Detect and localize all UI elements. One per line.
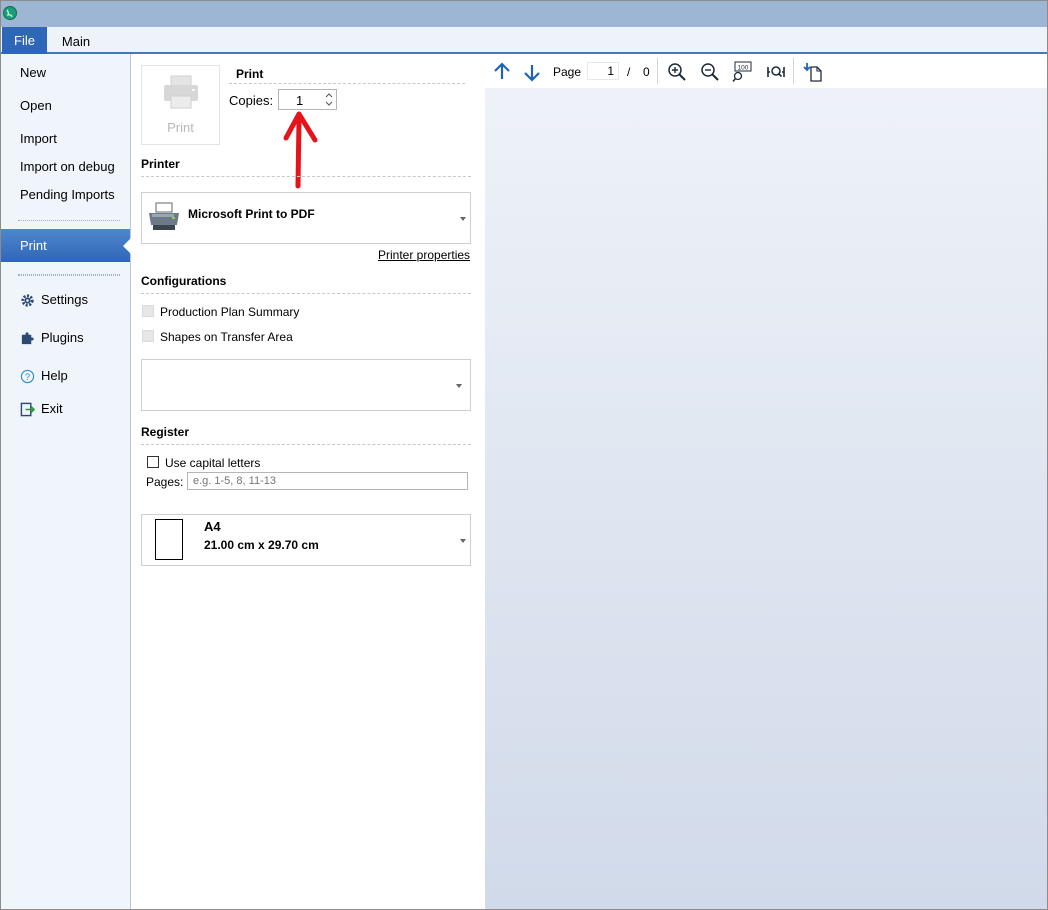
config-checkbox[interactable]	[142, 330, 154, 342]
help-question-icon: ?	[20, 369, 35, 384]
paper-page-icon	[155, 519, 183, 560]
previous-page-arrow-up-icon[interactable]	[491, 61, 513, 83]
printer-select[interactable]: Microsoft Print to PDF	[141, 192, 471, 244]
config-item-label: Shapes on Transfer Area	[160, 330, 293, 344]
section-divider	[229, 83, 465, 84]
zoom-fit-page-icon[interactable]	[765, 61, 787, 83]
nav-help-label: Help	[41, 368, 68, 383]
printer-device-icon	[149, 202, 179, 230]
gear-icon	[21, 294, 34, 307]
nav-plugins[interactable]: Plugins	[0, 326, 130, 350]
nav-new[interactable]: New	[0, 61, 130, 85]
nav-help[interactable]: ? Help	[0, 364, 130, 388]
copies-label: Copies:	[229, 93, 274, 108]
nav-import-on-debug[interactable]: Import on debug	[0, 155, 130, 179]
nav-plugins-label: Plugins	[41, 330, 84, 345]
nav-new-label: New	[20, 65, 47, 80]
print-heading: Print	[236, 67, 264, 81]
next-page-arrow-down-icon[interactable]	[521, 61, 543, 83]
svg-text:100: 100	[738, 65, 749, 72]
zoom-out-icon[interactable]	[699, 61, 721, 83]
nav-print[interactable]: Print	[0, 229, 131, 262]
nav-exit-label: Exit	[41, 401, 63, 416]
puzzle-piece-icon	[21, 332, 34, 345]
copies-stepper[interactable]: 1	[278, 89, 337, 110]
paper-dimensions: 21.00 cm x 29.70 cm	[204, 538, 319, 552]
paper-size-select[interactable]: A4 21.00 cm x 29.70 cm	[141, 514, 471, 566]
print-button-label: Print	[167, 120, 194, 135]
capital-letters-label: Use capital letters	[165, 456, 261, 470]
app-globe-icon	[3, 6, 17, 20]
chevron-down-icon	[460, 217, 466, 221]
print-preview-area[interactable]	[485, 88, 1048, 910]
stepper-arrows-icon[interactable]	[325, 92, 333, 107]
export-page-icon[interactable]	[802, 61, 824, 83]
nav-print-label: Print	[20, 238, 47, 253]
print-button[interactable]: Print	[141, 65, 220, 145]
config-item-label: Production Plan Summary	[160, 305, 300, 319]
tab-main[interactable]: Main	[50, 27, 102, 54]
title-bar	[0, 0, 1048, 28]
nav-settings-label: Settings	[41, 292, 88, 307]
pages-label: Pages:	[146, 475, 184, 489]
nav-pending-imports-label: Pending Imports	[20, 187, 115, 202]
printer-properties-link[interactable]: Printer properties	[378, 248, 470, 262]
printer-heading: Printer	[141, 157, 180, 171]
paper-name: A4	[204, 519, 221, 534]
nav-open-label: Open	[20, 98, 52, 113]
nav-import-debug-label: Import on debug	[20, 159, 115, 174]
toolbar-divider	[657, 58, 658, 84]
ribbon-tab-row	[0, 27, 1048, 54]
chevron-down-icon	[456, 384, 462, 388]
section-divider	[141, 176, 471, 177]
page-label: Page	[553, 65, 582, 79]
nav-divider	[18, 220, 120, 221]
nav-open[interactable]: Open	[0, 94, 130, 118]
register-heading: Register	[141, 425, 190, 439]
nav-pending-imports[interactable]: Pending Imports	[0, 183, 130, 207]
configuration-select[interactable]	[141, 359, 471, 411]
page-separator: /	[627, 65, 631, 79]
nav-settings[interactable]: Settings	[0, 288, 130, 312]
nav-import-label: Import	[20, 131, 57, 146]
capital-letters-checkbox[interactable]	[147, 456, 159, 468]
copies-value: 1	[296, 93, 304, 108]
configurations-heading: Configurations	[141, 274, 227, 288]
nav-divider	[18, 275, 120, 276]
backstage-nav: New Open Import Import on debug Pending …	[0, 54, 131, 910]
selected-pointer-icon	[123, 238, 131, 254]
zoom-in-icon[interactable]	[666, 61, 688, 83]
zoom-100-icon[interactable]: 100	[731, 61, 753, 83]
toolbar-divider	[793, 58, 794, 84]
printer-name: Microsoft Print to PDF	[188, 207, 315, 221]
chevron-down-icon	[460, 539, 466, 543]
printer-icon	[164, 75, 198, 109]
exit-door-icon	[20, 402, 35, 417]
annotation-arrow-icon	[283, 111, 318, 189]
nav-import[interactable]: Import	[0, 127, 130, 151]
pages-input[interactable]	[187, 472, 468, 490]
nav-exit[interactable]: Exit	[0, 397, 130, 421]
config-checkbox[interactable]	[142, 305, 154, 317]
section-divider	[141, 444, 471, 445]
section-divider	[141, 293, 471, 294]
tab-file[interactable]: File	[2, 27, 47, 54]
page-number-input[interactable]: 1	[587, 62, 619, 80]
svg-text:?: ?	[25, 372, 30, 382]
total-pages: 0	[643, 65, 650, 79]
